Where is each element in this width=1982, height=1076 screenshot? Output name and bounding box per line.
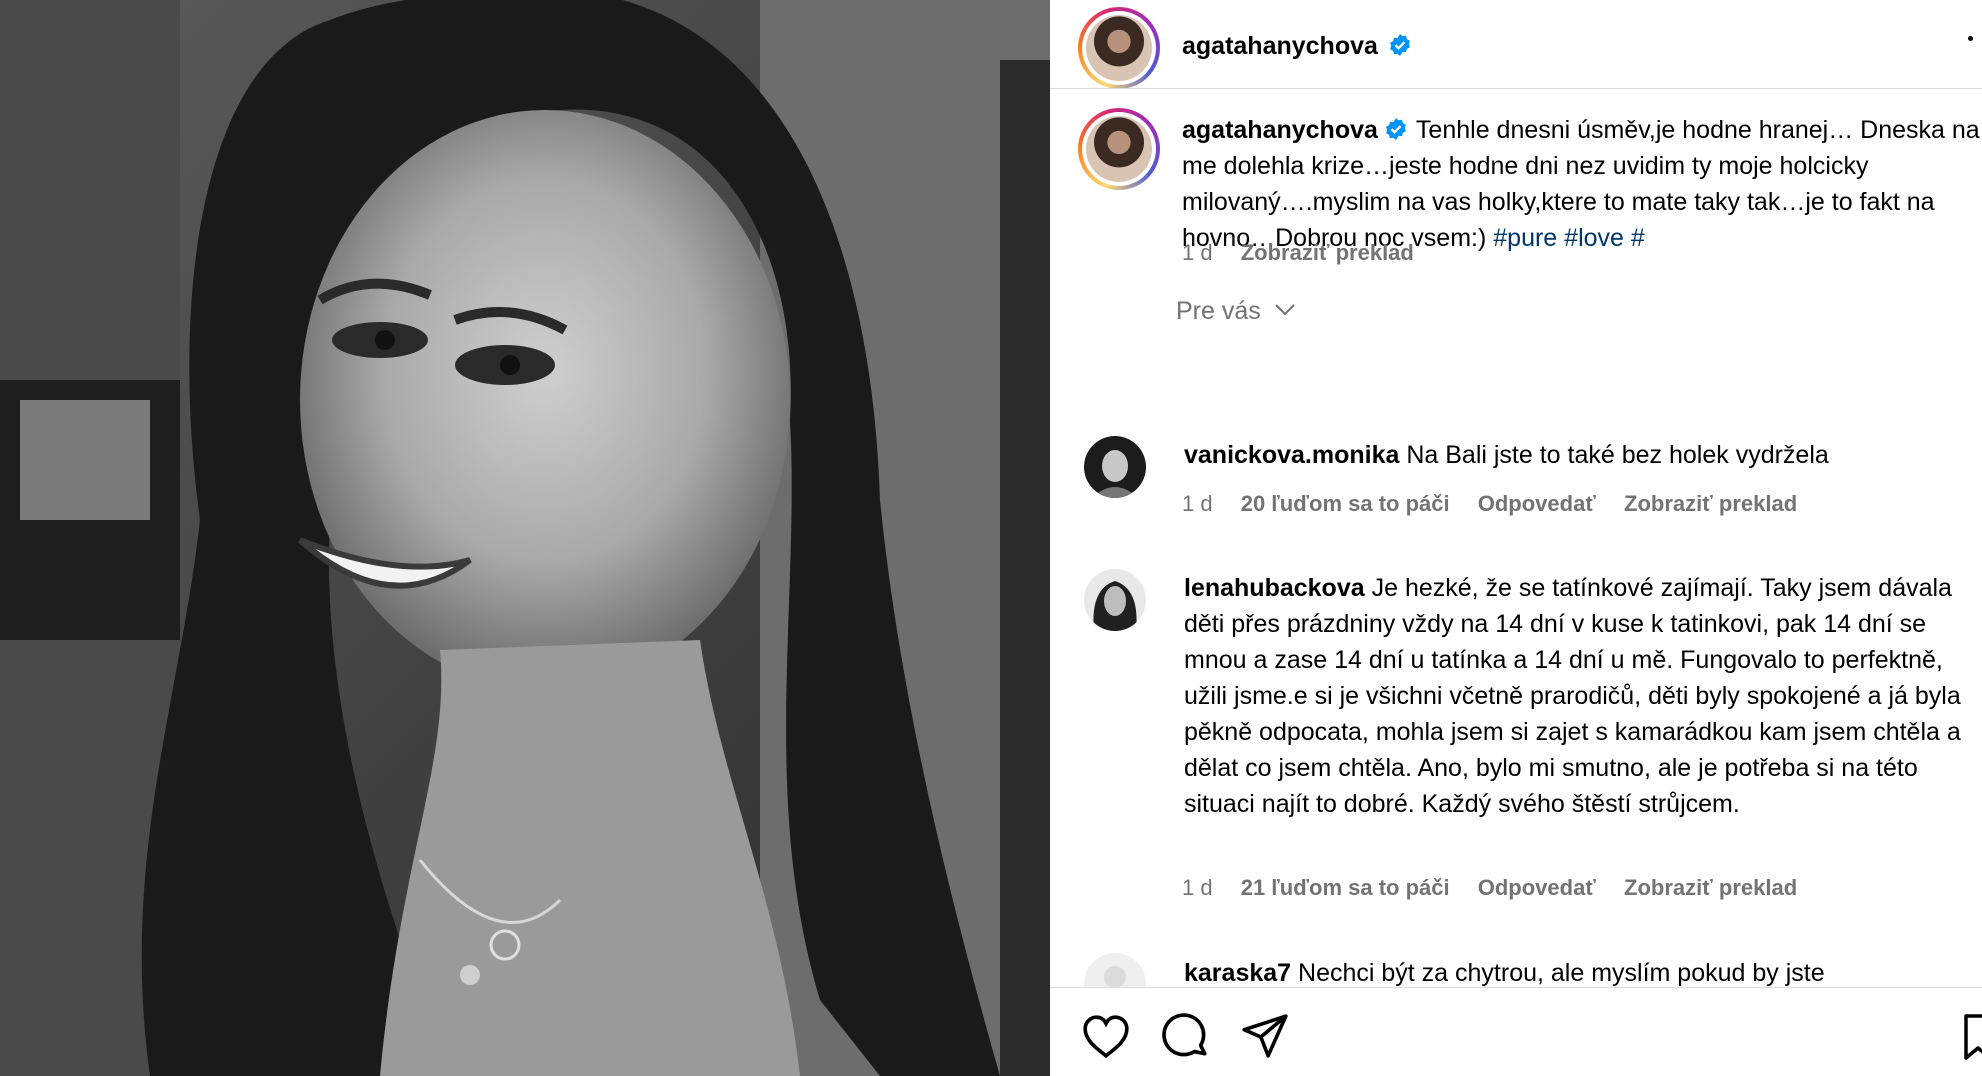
- comment-text: Na Bali jste to také bez holek vydržela: [1406, 441, 1829, 469]
- comment-reply-button[interactable]: Odpovedať: [1478, 491, 1596, 516]
- photo-image: [0, 0, 1050, 1076]
- post-details-panel: agatahanychova agatahanychova Tenhle dne…: [1050, 0, 1982, 1076]
- comment-likes[interactable]: 20 ľuďom sa to páči: [1241, 491, 1450, 516]
- hashtag-empty[interactable]: #: [1631, 224, 1645, 252]
- comment-time[interactable]: 1 d: [1182, 491, 1213, 516]
- comment-text: Nechci být za chytrou, ale myslím pokud …: [1298, 959, 1825, 987]
- comment-username[interactable]: vanickova.monika: [1184, 441, 1399, 469]
- comment-icon[interactable]: [1161, 1012, 1211, 1062]
- comment-likes[interactable]: 21 ľuďom sa to páči: [1241, 875, 1450, 900]
- hashtag-pure[interactable]: #pure: [1493, 224, 1557, 252]
- caption-username[interactable]: agatahanychova: [1182, 116, 1378, 144]
- comment-translate-link[interactable]: Zobraziť preklad: [1624, 875, 1797, 900]
- post-photo[interactable]: [0, 0, 1050, 1076]
- verified-badge-icon: [1386, 118, 1406, 140]
- comment-text: Je hezké, že se tatínkové zajímají. Taky…: [1184, 574, 1961, 818]
- comment-meta: 1 d 20 ľuďom sa to páči Odpovedať Zobraz…: [1182, 491, 1819, 517]
- verified-badge-icon: [1390, 34, 1411, 56]
- comment-sort-label: Pre vás: [1176, 297, 1261, 325]
- chevron-down-icon: [1275, 304, 1295, 316]
- comment-item: lenahubackova Je hezké, že se tatínkové …: [1184, 570, 1964, 822]
- avatar-image: [1092, 450, 1138, 498]
- heart-icon[interactable]: [1081, 1012, 1131, 1062]
- commenter-avatar[interactable]: [1084, 569, 1146, 631]
- author-username[interactable]: agatahanychova: [1182, 32, 1378, 60]
- header-divider: [1050, 88, 1982, 89]
- caption: agatahanychova Tenhle dnesni úsměv,je ho…: [1182, 112, 1982, 256]
- bookmark-icon[interactable]: [1960, 1012, 1982, 1062]
- send-icon[interactable]: [1240, 1012, 1290, 1062]
- comment-meta: 1 d 21 ľuďom sa to páči Odpovedať Zobraz…: [1182, 875, 1819, 901]
- caption-time[interactable]: 1 d: [1182, 240, 1213, 265]
- caption-translate-link[interactable]: Zobraziť preklad: [1241, 240, 1414, 265]
- comment-time[interactable]: 1 d: [1182, 875, 1213, 900]
- comment-sort-dropdown[interactable]: Pre vás: [1176, 297, 1296, 326]
- avatar-image: [1093, 581, 1137, 631]
- comment-item: karaska7 Nechci být za chytrou, ale mysl…: [1184, 955, 1964, 991]
- hashtag-love[interactable]: #love: [1564, 224, 1624, 252]
- action-divider: [1050, 987, 1982, 988]
- author-avatar[interactable]: [1078, 7, 1160, 89]
- caption-avatar[interactable]: [1078, 108, 1160, 190]
- comment-translate-link[interactable]: Zobraziť preklad: [1624, 491, 1797, 516]
- caption-meta: 1 d Zobraziť preklad: [1182, 240, 1436, 266]
- more-options-icon[interactable]: [1964, 30, 1976, 60]
- comment-username[interactable]: lenahubackova: [1184, 574, 1365, 602]
- comment-item: vanickova.monika Na Bali jste to také be…: [1184, 437, 1964, 473]
- post-header: agatahanychova: [1182, 32, 1412, 61]
- comment-reply-button[interactable]: Odpovedať: [1478, 875, 1596, 900]
- commenter-avatar[interactable]: [1084, 436, 1146, 498]
- comment-username[interactable]: karaska7: [1184, 959, 1291, 987]
